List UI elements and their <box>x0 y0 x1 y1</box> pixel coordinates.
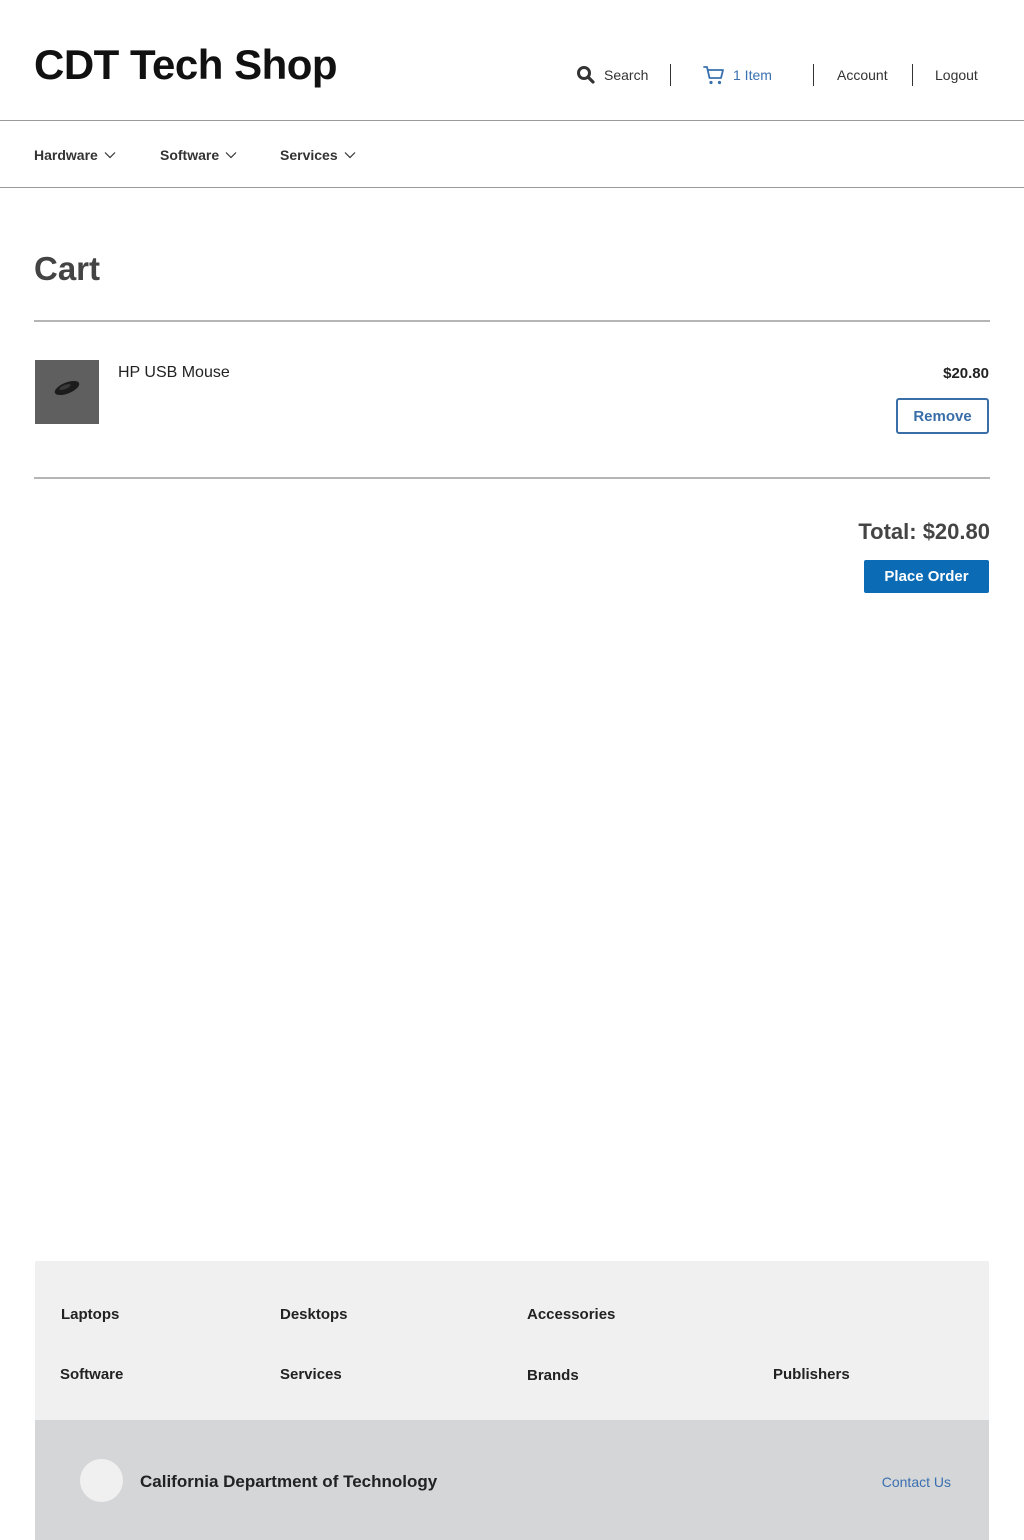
footer-bottom: California Department of Technology Cont… <box>35 1420 989 1540</box>
chevron-down-icon <box>344 152 356 159</box>
cart-link[interactable]: 1 Item <box>703 64 772 86</box>
logout-label: Logout <box>935 67 978 83</box>
divider <box>34 320 990 322</box>
search-label: Search <box>604 67 649 83</box>
nav-item-hardware[interactable]: Hardware <box>34 145 116 165</box>
account-label: Account <box>837 67 888 83</box>
search-link[interactable]: Search <box>576 64 648 86</box>
place-order-button[interactable]: Place Order <box>864 560 989 593</box>
footer-link-publishers[interactable]: Publishers <box>773 1365 850 1385</box>
search-icon <box>577 66 595 84</box>
divider <box>813 64 814 86</box>
chevron-down-icon <box>104 152 116 159</box>
cart-item-price: $20.80 <box>943 365 989 382</box>
divider <box>912 64 913 86</box>
footer-link-brands[interactable]: Brands <box>527 1366 579 1386</box>
account-link[interactable]: Account <box>837 64 888 86</box>
divider <box>34 477 990 479</box>
main-nav: Hardware Software Services <box>0 121 1024 188</box>
logout-link[interactable]: Logout <box>935 64 978 86</box>
footer-link-software[interactable]: Software <box>60 1365 123 1385</box>
org-logo-icon <box>80 1459 123 1502</box>
product-thumbnail <box>35 360 99 424</box>
remove-button[interactable]: Remove <box>896 398 989 434</box>
footer-link-accessories[interactable]: Accessories <box>527 1305 615 1325</box>
mouse-product-image <box>54 380 80 396</box>
nav-item-services[interactable]: Services <box>280 145 356 165</box>
cart-item-name[interactable]: HP USB Mouse <box>118 363 230 383</box>
footer-links: Laptops Desktops Accessories Software Se… <box>35 1261 989 1421</box>
contact-us-link[interactable]: Contact Us <box>882 1472 951 1492</box>
page-title: Cart <box>34 250 101 287</box>
nav-item-label: Services <box>280 147 338 163</box>
cart-total: Total: $20.80 <box>858 519 990 544</box>
footer-link-desktops[interactable]: Desktops <box>280 1305 348 1325</box>
nav-item-software[interactable]: Software <box>160 145 237 165</box>
org-name: California Department of Technology <box>140 1472 438 1491</box>
cart-icon <box>703 66 724 85</box>
site-header: CDT Tech Shop Search 1 Item Account Logo… <box>0 0 1024 121</box>
cart-count-label: 1 Item <box>733 67 772 83</box>
footer-link-services[interactable]: Services <box>280 1365 342 1385</box>
divider <box>670 64 671 86</box>
nav-item-label: Hardware <box>34 147 98 163</box>
footer-link-laptops[interactable]: Laptops <box>61 1305 119 1325</box>
nav-item-label: Software <box>160 147 220 163</box>
site-title[interactable]: CDT Tech Shop <box>34 38 338 92</box>
chevron-down-icon <box>225 152 237 159</box>
